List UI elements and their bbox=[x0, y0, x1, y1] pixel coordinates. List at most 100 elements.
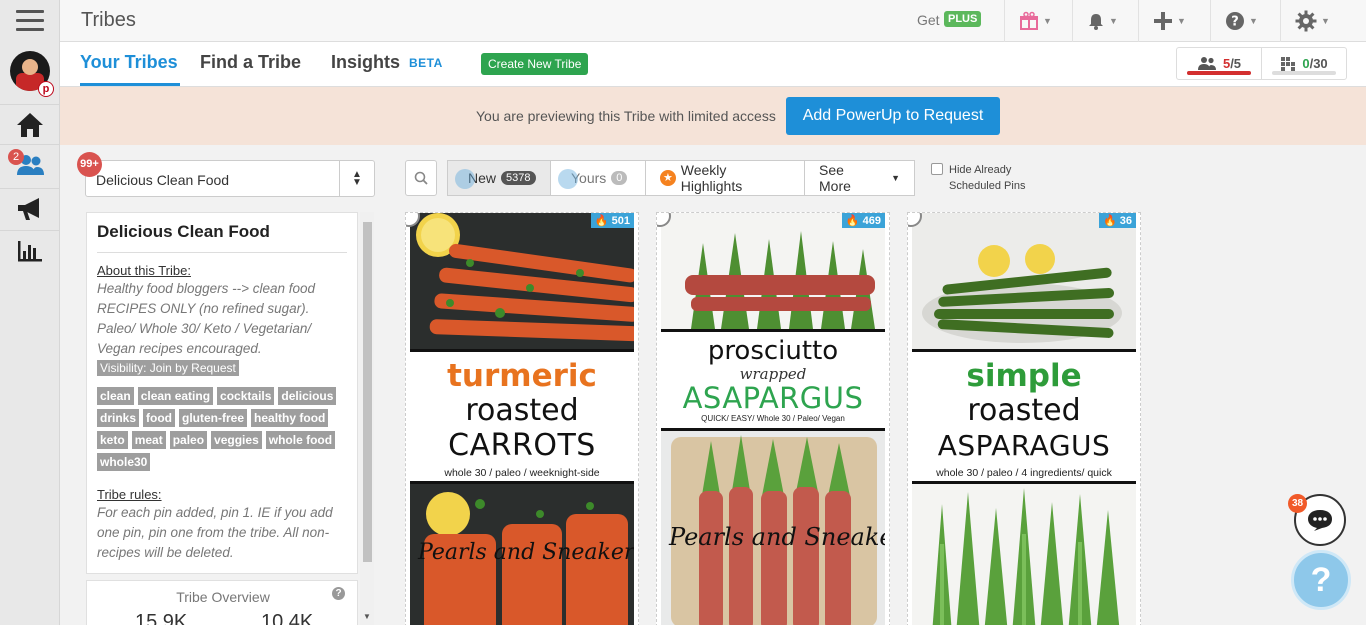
chat-badge: 38 bbox=[1288, 494, 1307, 513]
help-menu[interactable]: ? ▼ bbox=[1210, 0, 1280, 42]
top-bar: Tribes Get PLUS ▼ ▼ ▼ ? ▼ ▼ bbox=[60, 0, 1366, 42]
pin-watermark: Pearls and Sneakers bbox=[669, 523, 885, 551]
gift-menu[interactable]: ▼ bbox=[1004, 0, 1072, 42]
pin-heat-badge: 🔥 469 bbox=[841, 213, 885, 228]
star-icon: ★ bbox=[660, 170, 676, 186]
tribes-nav: Your Tribes Find a Tribe Insights BETA C… bbox=[60, 42, 1366, 87]
filter-weekly-label: Weekly Highlights bbox=[680, 162, 743, 194]
tribe-tag[interactable]: clean bbox=[97, 387, 134, 405]
tribe-tag[interactable]: whole food bbox=[265, 431, 336, 449]
gear-icon bbox=[1295, 10, 1317, 32]
preview-banner: You are previewing this Tribe with limit… bbox=[60, 87, 1366, 145]
pin-photo-bottom: Pearls and Sneakers bbox=[410, 484, 634, 625]
tribe-tag[interactable]: keto bbox=[97, 431, 128, 449]
filter-weekly-highlights[interactable]: ★ Weekly Highlights bbox=[646, 160, 805, 196]
panel-scrollbar[interactable]: ▼ bbox=[360, 212, 374, 625]
pin-card[interactable]: 🔥 469 prosciutto wrapped ASAPARGUS QUICK… bbox=[656, 212, 890, 625]
hamburger-menu-icon[interactable] bbox=[16, 10, 44, 32]
tribe-count-badge: 99+ bbox=[77, 152, 102, 177]
pin-subtitle: QUICK/ EASY/ Whole 30 / Paleo/ Vegan bbox=[701, 414, 845, 423]
pin-heat-count: 36 bbox=[1119, 215, 1132, 227]
overview-help-icon[interactable]: ? bbox=[332, 587, 345, 600]
help-button[interactable]: ? bbox=[1291, 550, 1351, 610]
gift-icon bbox=[1020, 11, 1038, 30]
tribe-tag[interactable]: drinks bbox=[97, 409, 140, 427]
visibility-badge: Visibility: Join by Request bbox=[97, 360, 239, 376]
tribe-select[interactable]: Delicious Clean Food ▲ ▼ bbox=[85, 160, 375, 197]
tab-find-a-tribe[interactable]: Find a Tribe bbox=[200, 52, 301, 73]
filter-yours[interactable]: Yours 0 bbox=[551, 160, 646, 196]
about-text: Healthy food bloggers --> clean food REC… bbox=[97, 281, 316, 356]
pin-heat-count: 469 bbox=[862, 215, 881, 227]
sidebar-item-home[interactable] bbox=[0, 104, 59, 144]
filter-new[interactable]: New 5378 bbox=[447, 160, 551, 196]
tribe-tag[interactable]: clean eating bbox=[137, 387, 214, 405]
search-button[interactable] bbox=[405, 160, 437, 196]
notifications-menu[interactable]: ▼ bbox=[1072, 0, 1138, 42]
pin-title-block: simple roasted ASPARAGUS whole 30 / pale… bbox=[912, 349, 1136, 484]
tribe-tag[interactable]: gluten-free bbox=[179, 409, 248, 427]
overview-stat-1: 15.9K bbox=[135, 611, 188, 625]
plus-icon bbox=[1154, 12, 1172, 30]
pin-title-block: turmeric roasted CARROTS whole 30 / pale… bbox=[410, 349, 634, 484]
ripple-effect bbox=[558, 169, 578, 189]
sidebar-item-campaigns[interactable] bbox=[0, 188, 59, 228]
preview-message: You are previewing this Tribe with limit… bbox=[476, 108, 776, 124]
search-icon bbox=[414, 171, 428, 185]
tribe-overview: Tribe Overview ? 15.9K 10.4K bbox=[86, 580, 358, 625]
pin-title-line-1: simple bbox=[966, 358, 1082, 394]
scroll-down-icon[interactable]: ▼ bbox=[363, 612, 371, 621]
create-new-tribe-button[interactable]: Create New Tribe bbox=[481, 53, 589, 75]
app-title: Tribes bbox=[81, 9, 136, 31]
pin-quota[interactable]: 0/30 bbox=[1261, 48, 1346, 79]
pin-filters: New 5378 Yours 0 ★ Weekly Highlights See… bbox=[447, 160, 915, 196]
tribe-tag[interactable]: delicious bbox=[278, 387, 337, 405]
sidebar-item-analytics[interactable] bbox=[0, 230, 59, 270]
tribe-tag[interactable]: meat bbox=[131, 431, 166, 449]
member-quota[interactable]: 5/5 bbox=[1177, 48, 1261, 79]
pin-photo-bottom bbox=[912, 484, 1136, 625]
pin-title-line-1: turmeric bbox=[447, 358, 597, 394]
create-menu[interactable]: ▼ bbox=[1138, 0, 1210, 42]
select-arrows-icon: ▲ ▼ bbox=[339, 161, 374, 196]
tribe-tag[interactable]: whole30 bbox=[97, 453, 151, 471]
pin-quota-used: 0 bbox=[1302, 56, 1310, 71]
tab-insights[interactable]: Insights bbox=[331, 52, 400, 73]
tribe-tag[interactable]: cocktails bbox=[217, 387, 275, 405]
get-plus-label[interactable]: Get bbox=[917, 12, 940, 28]
pin-card[interactable]: 🔥 501 turmeric roasted CARROTS whole 30 … bbox=[405, 212, 639, 625]
pin-heat-badge: 🔥 36 bbox=[1098, 213, 1136, 228]
member-quota-bar bbox=[1187, 71, 1251, 75]
add-powerup-button[interactable]: Add PowerUp to Request bbox=[786, 97, 1000, 135]
pin-title-block: prosciutto wrapped ASAPARGUS QUICK/ EASY… bbox=[661, 329, 885, 431]
about-heading: About this Tribe: bbox=[97, 263, 191, 278]
pin-title-line-3: ASAPARGUS bbox=[682, 381, 864, 415]
hide-scheduled-toggle[interactable]: Hide Already Scheduled Pins bbox=[931, 162, 1025, 194]
tribes-badge: 2 bbox=[8, 149, 24, 165]
see-more-label: See More bbox=[819, 162, 851, 194]
sidebar-item-tribes[interactable] bbox=[0, 144, 59, 184]
pin-quota-bar bbox=[1272, 71, 1336, 75]
scrollbar-thumb[interactable] bbox=[363, 222, 372, 562]
pin-heat-count: 501 bbox=[611, 215, 630, 227]
tribe-tag[interactable]: paleo bbox=[169, 431, 208, 449]
pin-card[interactable]: 🔥 36 simple roasted ASPARAGUS whole 30 /… bbox=[907, 212, 1141, 625]
svg-text:?: ? bbox=[1231, 15, 1239, 30]
tribe-tag[interactable]: veggies bbox=[211, 431, 262, 449]
pin-subtitle: whole 30 / paleo / weeknight-side bbox=[444, 467, 600, 479]
tab-your-tribes[interactable]: Your Tribes bbox=[80, 52, 178, 73]
plus-badge[interactable]: PLUS bbox=[944, 11, 982, 27]
tribe-tag[interactable]: food bbox=[143, 409, 176, 427]
see-more-dropdown[interactable]: See More ▼ bbox=[805, 160, 915, 196]
hide-scheduled-checkbox[interactable] bbox=[931, 163, 943, 175]
pin-watermark: Pearls and Sneakers bbox=[418, 540, 634, 565]
pin-title-line-2: wrapped bbox=[739, 365, 807, 383]
analytics-icon bbox=[17, 240, 42, 261]
chevron-down-icon: ▼ bbox=[1321, 16, 1330, 26]
tribe-details-panel: Delicious Clean Food About this Tribe: H… bbox=[86, 212, 358, 574]
tribe-tag[interactable]: healthy food bbox=[251, 409, 329, 427]
filter-new-count: 5378 bbox=[501, 171, 536, 185]
settings-menu[interactable]: ▼ bbox=[1280, 0, 1366, 42]
beta-label: BETA bbox=[409, 56, 443, 70]
pins-grid-icon bbox=[1281, 56, 1296, 71]
